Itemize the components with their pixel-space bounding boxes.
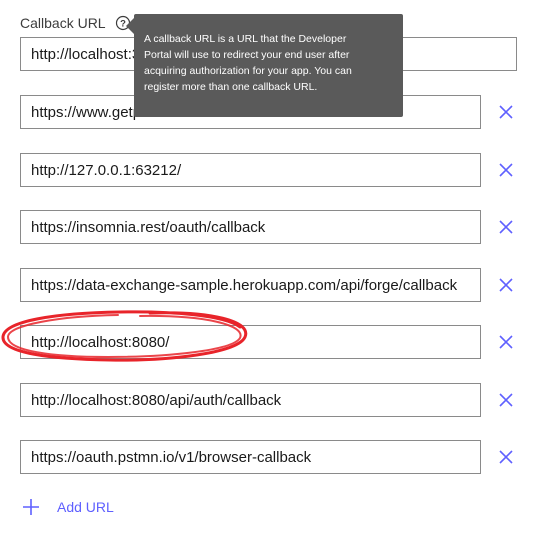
remove-url-button-8[interactable]	[494, 445, 518, 469]
close-x-icon	[499, 393, 513, 407]
tooltip-line: A callback URL is a URL that the Develop…	[144, 33, 347, 45]
add-url-button[interactable]: Add URL	[22, 497, 114, 517]
tooltip-line: register more than one callback URL.	[144, 81, 318, 93]
callback-url-label-row: Callback URL ?	[20, 13, 131, 33]
callback-url-input-3[interactable]	[20, 153, 481, 187]
remove-url-button-2[interactable]	[494, 100, 518, 124]
remove-url-button-7[interactable]	[494, 388, 518, 412]
close-x-icon	[499, 105, 513, 119]
close-x-icon	[499, 163, 513, 177]
add-url-label: Add URL	[57, 499, 114, 515]
callback-url-input-4[interactable]	[20, 210, 481, 244]
remove-url-button-6[interactable]	[494, 330, 518, 354]
callback-url-input-8[interactable]	[20, 440, 481, 474]
close-x-icon	[499, 450, 513, 464]
callback-url-input-5[interactable]	[20, 268, 481, 302]
tooltip-line: acquiring authorization for your app. Yo…	[144, 65, 352, 77]
tooltip-arrow	[126, 18, 134, 34]
close-x-icon	[499, 278, 513, 292]
close-x-icon	[499, 220, 513, 234]
callback-url-tooltip: A callback URL is a URL that the Develop…	[134, 14, 403, 117]
close-x-icon	[499, 335, 513, 349]
callback-url-input-6[interactable]	[20, 325, 481, 359]
tooltip-line: Portal will use to redirect your end use…	[144, 49, 350, 61]
remove-url-button-3[interactable]	[494, 158, 518, 182]
remove-url-button-5[interactable]	[494, 273, 518, 297]
callback-url-label: Callback URL	[20, 15, 106, 31]
svg-text:?: ?	[120, 19, 126, 30]
plus-icon	[23, 499, 39, 515]
callback-url-input-7[interactable]	[20, 383, 481, 417]
remove-url-button-4[interactable]	[494, 215, 518, 239]
